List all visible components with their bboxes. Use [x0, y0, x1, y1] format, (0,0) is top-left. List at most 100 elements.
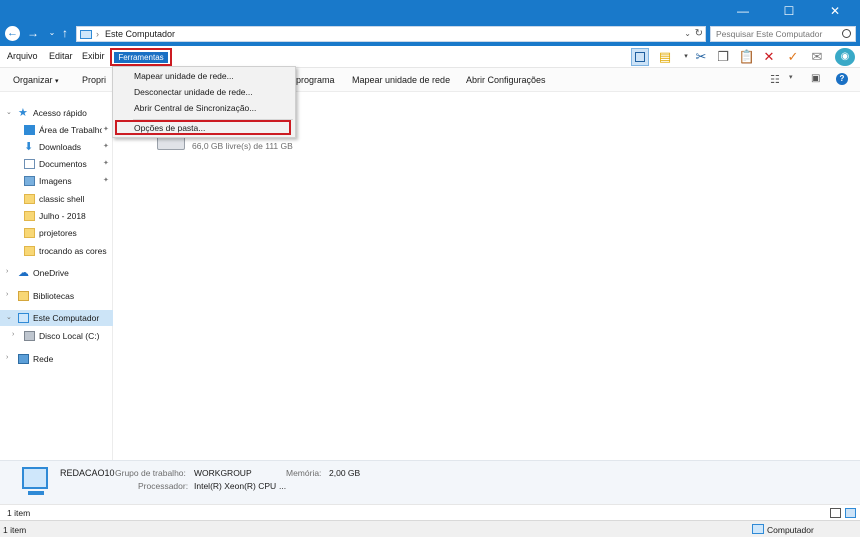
details-pane: REDACAO10 Grupo de trabalho: WORKGROUP M…: [0, 460, 860, 504]
workgroup-label: Grupo de trabalho:: [115, 468, 186, 478]
expand-chevron-icon[interactable]: ›: [6, 291, 8, 298]
address-bar[interactable]: › Este Computador ⌄ ↻: [76, 26, 706, 42]
sidebar-item-imagens[interactable]: Imagens ✦: [0, 173, 113, 189]
sidebar-item-label: Acesso rápido: [33, 108, 87, 118]
layout-pane-icon[interactable]: [631, 48, 649, 66]
address-dropdown-chevron-icon[interactable]: ⌄: [684, 29, 691, 38]
breadcrumb-location[interactable]: Este Computador: [105, 29, 175, 39]
close-button[interactable]: ✕: [812, 0, 858, 22]
menu-item-opcoes-de-pasta[interactable]: Opções de pasta...: [134, 123, 205, 133]
document-icon: [24, 159, 35, 169]
menu-exibir[interactable]: Exibir: [82, 51, 105, 61]
navigation-pane: ⌄ ★ Acesso rápido Área de Trabalho ✦ ⬇ D…: [0, 92, 113, 460]
sidebar-item-acesso-rapido[interactable]: ⌄ ★ Acesso rápido: [0, 105, 113, 121]
sidebar-item-disco-local[interactable]: › Disco Local (C:): [0, 328, 113, 344]
computer-icon: [18, 313, 29, 323]
menu-item-desconectar-unidade[interactable]: Desconectar unidade de rede...: [134, 87, 253, 97]
globe-icon[interactable]: ◉: [835, 48, 855, 66]
network-icon: [18, 354, 29, 364]
sidebar-item-downloads[interactable]: ⬇ Downloads ✦: [0, 139, 113, 155]
ferramentas-dropdown-menu: Mapear unidade de rede... Desconectar un…: [112, 66, 296, 138]
menu-item-abrir-central-sincronizacao[interactable]: Abrir Central de Sincronização...: [134, 103, 256, 113]
breadcrumb-separator-icon: ›: [96, 29, 99, 39]
sidebar-item-este-computador[interactable]: ⌄ Este Computador: [0, 310, 113, 326]
cut-icon[interactable]: ✂: [692, 48, 710, 66]
search-icon[interactable]: [842, 29, 851, 38]
sidebar-item-label: Documentos: [39, 159, 87, 169]
forward-button[interactable]: →: [26, 26, 40, 40]
back-button[interactable]: ←: [5, 26, 20, 41]
minimize-button[interactable]: —: [720, 0, 766, 22]
paste-icon[interactable]: 📋: [738, 48, 756, 66]
details-view-icon[interactable]: [830, 508, 841, 518]
organizar-button[interactable]: Organizar ▾: [13, 75, 59, 85]
pin-icon: ✦: [103, 126, 109, 133]
sidebar-item-label: Área de Trabalho: [39, 125, 102, 135]
folder-view-icon[interactable]: ▤: [656, 48, 674, 66]
sidebar-item-area-de-trabalho[interactable]: Área de Trabalho ✦: [0, 122, 113, 138]
sidebar-item-classic-shell[interactable]: classic shell: [0, 191, 113, 207]
computer-stand: [28, 491, 44, 495]
folder-icon: [24, 228, 35, 238]
copy-icon[interactable]: ❐: [714, 48, 732, 66]
sidebar-item-label: projetores: [39, 228, 77, 238]
sidebar-item-label: trocando as cores: [39, 246, 107, 256]
star-icon: ★: [18, 107, 28, 119]
expand-chevron-icon[interactable]: ⌄: [6, 313, 12, 321]
search-input[interactable]: [711, 27, 835, 41]
expand-chevron-icon[interactable]: ›: [12, 331, 14, 338]
sidebar-item-label: Bibliotecas: [33, 291, 75, 301]
check-icon[interactable]: ✓: [784, 48, 802, 66]
help-icon[interactable]: ?: [836, 73, 848, 85]
delete-icon[interactable]: ✕: [760, 48, 778, 66]
sidebar-item-onedrive[interactable]: › ☁ OneDrive: [0, 265, 113, 281]
status-bar-top: 1 item: [0, 504, 860, 520]
processor-label: Processador:: [138, 481, 189, 491]
expand-chevron-icon[interactable]: ›: [6, 354, 8, 361]
sidebar-item-trocando-as-cores[interactable]: trocando as cores: [0, 243, 113, 259]
abrir-configuracoes-button[interactable]: Abrir Configurações: [466, 75, 546, 85]
tiles-view-icon[interactable]: [845, 508, 856, 518]
sidebar-item-documentos[interactable]: Documentos ✦: [0, 156, 113, 172]
expand-chevron-icon[interactable]: ⌄: [6, 108, 12, 116]
view-options-chevron-icon[interactable]: ▾: [789, 73, 793, 81]
memory-value: 2,00 GB: [329, 468, 361, 478]
computer-name: REDACAO10: [60, 468, 115, 478]
folder-icon: [24, 194, 35, 204]
menu-item-mapear-unidade[interactable]: Mapear unidade de rede...: [134, 71, 234, 81]
drive-free-space: 66,0 GB livre(s) de 111 GB: [192, 141, 293, 151]
search-box[interactable]: [710, 26, 856, 42]
processor-more: ...: [279, 481, 287, 491]
sidebar-item-rede[interactable]: › Rede: [0, 351, 113, 367]
maximize-button[interactable]: ☐: [766, 0, 812, 22]
pin-icon: ✦: [103, 177, 109, 184]
mapear-unidade-button[interactable]: Mapear unidade de rede: [352, 75, 450, 85]
cloud-icon: ☁: [18, 267, 29, 279]
sidebar-item-label: OneDrive: [33, 268, 69, 278]
expand-chevron-icon[interactable]: ›: [6, 268, 8, 275]
sidebar-item-label: Imagens: [39, 176, 72, 186]
recent-locations-chevron-icon[interactable]: ⌄: [45, 26, 59, 40]
sidebar-item-julho-2018[interactable]: Julho - 2018: [0, 208, 113, 224]
pin-icon: ✦: [103, 143, 109, 150]
folder-icon: [24, 211, 35, 221]
email-icon[interactable]: ✉: [808, 48, 826, 66]
change-view-icon[interactable]: ☷: [770, 73, 780, 86]
sidebar-item-label: Rede: [33, 354, 54, 364]
library-icon: [18, 291, 29, 301]
sidebar-item-bibliotecas[interactable]: › Bibliotecas: [0, 288, 113, 304]
propriedades-button[interactable]: Propri: [82, 75, 106, 85]
sidebar-item-projetores[interactable]: projetores: [0, 225, 113, 241]
sidebar-item-label: Downloads: [39, 142, 82, 152]
preview-pane-icon[interactable]: ▣: [811, 73, 820, 84]
pin-icon: ✦: [103, 160, 109, 167]
processor-value: Intel(R) Xeon(R) CPU: [194, 481, 277, 491]
up-button[interactable]: ↑: [58, 26, 72, 40]
menu-arquivo[interactable]: Arquivo: [7, 51, 38, 61]
computer-icon: [752, 524, 764, 534]
menu-ferramentas[interactable]: Ferramentas: [114, 52, 168, 63]
programa-button[interactable]: programa: [296, 75, 335, 85]
sidebar-item-label: Disco Local (C:): [39, 331, 100, 341]
refresh-icon[interactable]: ↻: [695, 28, 703, 39]
menu-editar[interactable]: Editar: [49, 51, 73, 61]
